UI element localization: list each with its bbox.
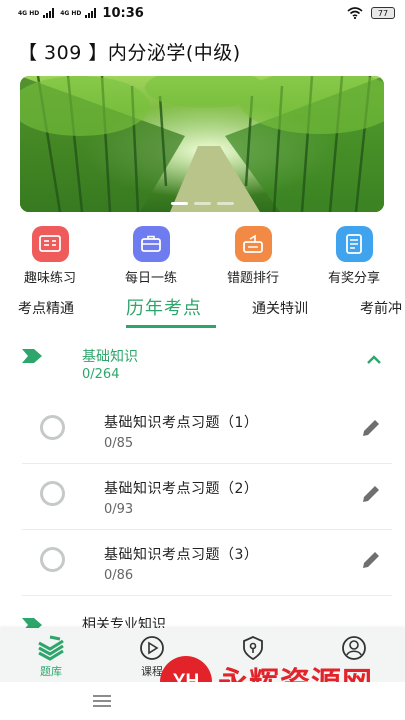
quick-action-label: 趣味练习 [23, 271, 76, 286]
quick-action-reward-share[interactable]: 有奖分享 [314, 226, 394, 286]
signal-icon [43, 8, 55, 18]
item-progress: 0/86 [104, 568, 134, 583]
tab-bar: 考点精通 历年考点 通关特训 考前冲 [0, 290, 405, 330]
tab-pass-training[interactable]: 通关特训 [252, 298, 308, 318]
quiz-board-icon [31, 226, 69, 262]
radio-circle-icon[interactable] [40, 415, 65, 440]
bamboo-forest-image [20, 76, 384, 212]
status-time: 10:36 [102, 5, 144, 21]
signal-icon [85, 8, 97, 18]
nav-item-3[interactable] [223, 635, 283, 663]
notebook-icon [335, 226, 373, 262]
chevron-up-icon[interactable] [366, 355, 382, 365]
carousel-indicator [20, 202, 384, 205]
briefcase-icon [132, 226, 170, 262]
user-circle-icon [342, 636, 366, 660]
battery-icon: 77 [371, 7, 395, 19]
shield-lock-icon [243, 636, 263, 661]
radio-circle-icon[interactable] [40, 481, 65, 506]
network-indicator-2: 4G HD [60, 9, 82, 17]
item-progress: 0/85 [104, 436, 134, 451]
item-progress: 0/93 [104, 502, 134, 517]
item-title: 基础知识考点习题（1） [104, 415, 259, 431]
nav-question-bank[interactable]: 题库 [21, 635, 81, 679]
pencil-icon[interactable] [360, 549, 382, 571]
books-icon [38, 635, 64, 661]
pencil-icon[interactable] [360, 483, 382, 505]
nav-label: 课程 [141, 665, 163, 678]
status-bar: 4G HD 4G HD 10:36 77 [0, 0, 405, 26]
list-item[interactable]: 基础知识考点习题（2） 0/93 [22, 464, 392, 530]
pencil-icon[interactable] [360, 417, 382, 439]
section-name: 基础知识 [82, 349, 138, 365]
quick-action-error-ranking[interactable]: 错题排行 [213, 226, 293, 286]
quick-action-label: 错题排行 [226, 271, 279, 286]
network-indicator-1: 4G HD [18, 9, 40, 17]
carousel-dot[interactable] [193, 202, 211, 205]
battery-level: 77 [377, 8, 389, 18]
section-count: 0/264 [82, 367, 120, 382]
nav-courses[interactable]: 课程 [122, 635, 182, 679]
menu-icon[interactable] [92, 694, 112, 708]
system-navigation-bar [0, 682, 405, 720]
quick-action-fun-practice[interactable]: 趣味练习 [10, 226, 90, 286]
quick-action-label: 有奖分享 [327, 271, 380, 286]
list-item[interactable]: 基础知识考点习题（1） 0/85 [22, 398, 392, 464]
bottom-navigation: 题库 课程 [0, 628, 405, 682]
banner-carousel[interactable] [20, 76, 384, 212]
carousel-dot[interactable] [216, 202, 234, 205]
tab-key-points-mastery[interactable]: 考点精通 [18, 298, 74, 318]
tab-pre-exam-sprint[interactable]: 考前冲 [360, 298, 402, 318]
list-item[interactable]: 基础知识考点习题（3） 0/86 [22, 530, 392, 596]
quick-action-daily-practice[interactable]: 每日一练 [111, 226, 191, 286]
active-tab-indicator [126, 325, 216, 328]
item-title: 基础知识考点习题（2） [104, 481, 259, 497]
nav-label: 题库 [40, 665, 62, 678]
page-title: 【 309 】内分泌学(中级) [18, 42, 241, 64]
item-title: 基础知识考点习题（3） [104, 547, 259, 563]
quick-action-label: 每日一练 [124, 271, 177, 286]
play-circle-icon [140, 636, 164, 660]
radio-circle-icon[interactable] [40, 547, 65, 572]
carousel-dot[interactable] [170, 202, 188, 205]
ranking-icon [234, 226, 272, 262]
nav-profile[interactable] [324, 635, 384, 663]
tab-past-exam-points[interactable]: 历年考点 [126, 294, 202, 320]
wifi-icon [347, 7, 363, 19]
section-flag-icon [22, 349, 42, 363]
